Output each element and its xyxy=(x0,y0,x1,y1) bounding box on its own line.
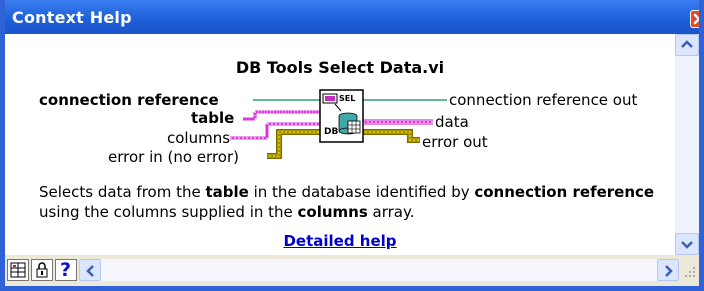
input-connection-reference: connection reference xyxy=(39,91,219,109)
vi-description: Selects data from the table in the datab… xyxy=(39,183,655,221)
scroll-up-button[interactable] xyxy=(675,34,699,56)
output-data: data xyxy=(435,113,469,131)
wire-data xyxy=(363,119,433,125)
terminal-pane-icon xyxy=(10,262,26,278)
chevron-up-icon xyxy=(681,40,693,48)
scroll-right-button[interactable] xyxy=(657,259,679,281)
vi-icon: SEL DB xyxy=(319,89,364,143)
wire-error-out xyxy=(363,129,420,143)
vertical-scrollbar[interactable] xyxy=(675,34,699,255)
chevron-left-icon xyxy=(86,265,94,277)
horizontal-scrollbar[interactable] xyxy=(79,259,679,281)
detailed-help-link[interactable]: Detailed help xyxy=(5,232,675,250)
wire-error-in xyxy=(267,129,320,159)
output-connection-reference-out: connection reference out xyxy=(449,91,638,109)
lock-button[interactable] xyxy=(31,259,53,281)
show-optional-terminals-button[interactable] xyxy=(7,259,29,281)
vi-icon-text-bottom: DB xyxy=(324,127,338,137)
lock-icon xyxy=(36,262,48,278)
chevron-down-icon xyxy=(681,241,693,249)
question-icon: ? xyxy=(60,259,72,281)
context-help-window: Context Help DB Tools Select Data.vi SEL… xyxy=(0,0,704,291)
help-button[interactable]: ? xyxy=(55,259,77,281)
input-table: table xyxy=(191,109,235,127)
scroll-down-button[interactable] xyxy=(675,233,699,255)
help-toolbar: ? xyxy=(5,255,699,286)
help-content: DB Tools Select Data.vi SEL DB connectio… xyxy=(5,34,675,255)
input-error-in: error in (no error) xyxy=(108,148,239,166)
output-error-out: error out xyxy=(422,133,488,151)
scroll-left-button[interactable] xyxy=(79,259,101,281)
chevron-right-icon xyxy=(665,265,673,277)
resize-grip-icon[interactable] xyxy=(681,263,699,281)
vi-icon-text-top: SEL xyxy=(339,94,355,103)
wire-table xyxy=(243,110,320,121)
input-columns: columns xyxy=(167,129,231,147)
